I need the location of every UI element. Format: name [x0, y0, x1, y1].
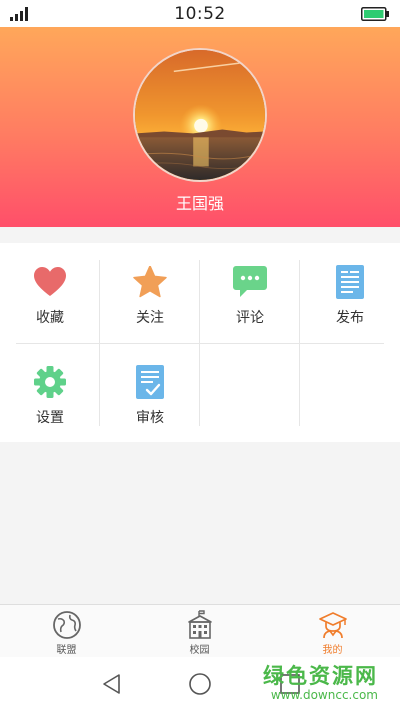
document-icon	[336, 265, 364, 299]
menu-item-settings[interactable]: 设置	[0, 343, 100, 427]
menu-item-comments[interactable]: 评论	[200, 243, 300, 327]
menu-item-publish[interactable]: 发布	[300, 243, 400, 327]
menu-grid: 收藏 关注 评论 发布 设置 审核	[0, 243, 400, 442]
menu-item-label: 设置	[36, 410, 64, 426]
menu-item-label: 审核	[136, 410, 164, 426]
comment-icon	[233, 266, 267, 297]
avatar[interactable]	[133, 48, 267, 182]
menu-item-label: 关注	[136, 310, 164, 326]
signal-icon	[10, 7, 28, 21]
username: 王国强	[175, 194, 224, 213]
tab-label: 联盟	[56, 645, 77, 656]
watermark-url: www.downcc.com	[270, 688, 378, 702]
review-icon	[136, 365, 164, 399]
menu-item-follow[interactable]: 关注	[100, 243, 200, 327]
globe-icon	[52, 611, 81, 639]
menu-item-label: 发布	[336, 310, 364, 326]
back-icon[interactable]	[100, 672, 124, 696]
status-time: 10:52	[174, 3, 226, 24]
status-bar: 10:52	[0, 0, 400, 27]
tab-campus[interactable]: 校园	[133, 605, 266, 658]
menu-item-review[interactable]: 审核	[100, 343, 200, 427]
building-icon	[187, 610, 212, 639]
watermark: 绿色资源网 www.downcc.com	[263, 660, 378, 702]
profile-header: 王国强	[0, 27, 400, 227]
watermark-title: 绿色资源网	[263, 664, 378, 688]
home-icon[interactable]	[188, 672, 212, 696]
tab-alliance[interactable]: 联盟	[0, 605, 133, 658]
gear-icon	[34, 366, 66, 398]
menu-item-favorites[interactable]: 收藏	[0, 243, 100, 327]
sunset-avatar-icon	[135, 50, 265, 180]
battery-icon	[361, 7, 389, 21]
tab-label: 校园	[189, 645, 210, 656]
menu-item-label: 收藏	[36, 310, 64, 326]
tab-bar: 联盟 校园 我的	[0, 604, 400, 657]
graduate-icon	[318, 612, 347, 639]
tab-mine[interactable]: 我的	[266, 605, 399, 658]
tab-label: 我的	[322, 645, 343, 656]
heart-icon	[34, 267, 66, 296]
star-icon	[133, 266, 167, 298]
menu-item-label: 评论	[236, 310, 264, 326]
